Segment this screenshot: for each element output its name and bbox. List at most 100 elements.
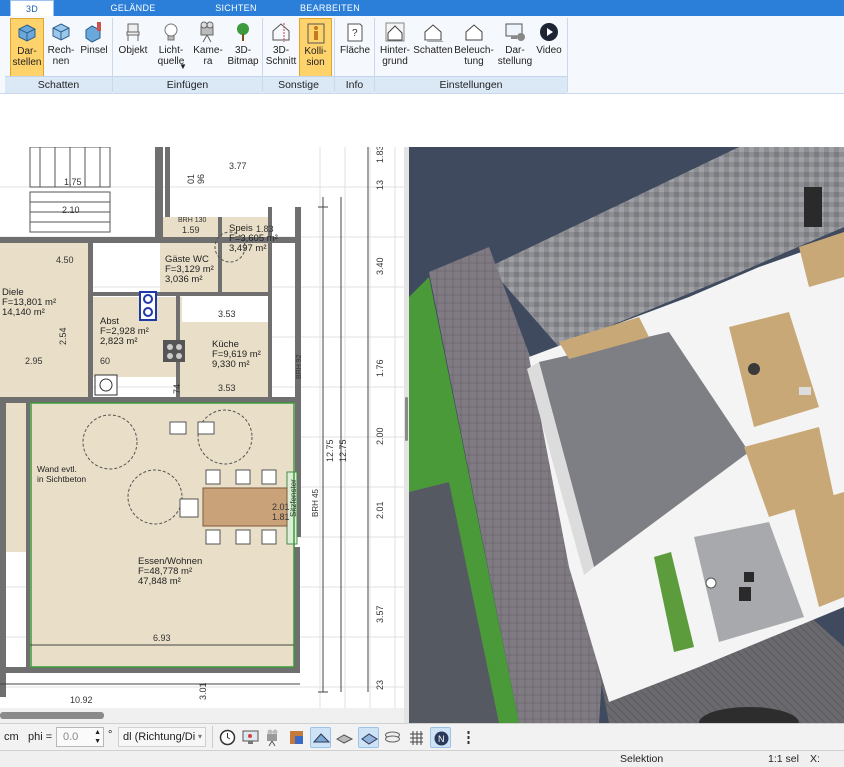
status-bar: Selektion 1:1 sel X: xyxy=(0,750,844,767)
dim-label: 3.01 xyxy=(198,682,208,700)
room-volume: 47,848 m² xyxy=(138,576,181,587)
more-options-icon[interactable] xyxy=(458,727,479,748)
chair-icon xyxy=(126,23,140,41)
dim-label: 10.92 xyxy=(70,695,93,705)
dim-label: 2.01 xyxy=(375,501,385,519)
monitor-icon[interactable] xyxy=(240,727,261,748)
room-gaeste-wc[interactable]: Gäste WC F=3,129 m² 3,036 m² xyxy=(165,255,214,285)
flaeche-label: Fläche xyxy=(339,45,370,56)
mode-select[interactable]: dl (Richtung/Di ▾ xyxy=(118,727,206,747)
lichtquelle-button[interactable]: Licht- quelle ▼ xyxy=(153,18,189,78)
unit-label: cm xyxy=(4,731,19,743)
rechnen-button[interactable]: Rech- nen xyxy=(46,18,76,78)
dim-label: 13 xyxy=(375,179,385,190)
hintergrund-button[interactable]: Hinter- grund xyxy=(377,18,413,78)
beleuchtung-button[interactable]: Beleuch- tung xyxy=(454,18,494,78)
house-light-icon xyxy=(465,24,483,41)
sitzfenster-label: Sitzfenster xyxy=(289,479,298,517)
room-volume: 3,497 m² xyxy=(229,243,267,254)
brush-cube-icon xyxy=(85,22,101,43)
darstellung-button[interactable]: Dar- stellung xyxy=(497,18,533,78)
status-x-coordinate: X: xyxy=(810,753,820,765)
section-house-icon xyxy=(272,23,290,42)
splitter-grip[interactable] xyxy=(405,397,408,441)
dim-label: 2.00 xyxy=(375,427,385,445)
clock-icon[interactable] xyxy=(217,727,238,748)
tab-bearbeiten[interactable]: BEARBEITEN xyxy=(290,0,370,16)
scrollbar-thumb[interactable] xyxy=(0,712,104,719)
group-schatten: Schatten xyxy=(5,76,112,93)
ribbon: Dar- stellen Rech- nen Pinsel Schatten O… xyxy=(0,16,844,94)
phi-input[interactable]: 0.0 ▲ ▼ xyxy=(56,727,104,747)
status-mode: Selektion xyxy=(620,753,664,765)
hintergrund-label: Hinter- grund xyxy=(379,45,410,67)
empty-toolbar-area xyxy=(0,95,844,147)
dim-label: 3.57 xyxy=(375,605,385,623)
dim-label: 4.50 xyxy=(56,255,74,265)
walls-icon[interactable] xyxy=(334,727,355,748)
material-icon[interactable] xyxy=(286,727,307,748)
dim-label: 2.95 xyxy=(25,356,43,366)
video-label: Video xyxy=(536,45,562,56)
room-diele[interactable]: Diele F=13,801 m² 14,140 m² xyxy=(2,288,56,318)
dim-label: 60 xyxy=(100,356,111,366)
floor-plan-view[interactable]: Diele F=13,801 m² 14,140 m² Abst F=2,928… xyxy=(0,147,404,708)
grid-icon[interactable] xyxy=(406,727,427,748)
objekt-button[interactable]: Objekt xyxy=(116,18,150,78)
play-icon xyxy=(540,23,558,41)
north-icon[interactable]: N xyxy=(430,727,451,748)
schnitt-button[interactable]: 3D- Schnitt xyxy=(264,18,298,78)
group-einstellungen: Einstellungen xyxy=(375,76,567,93)
collision-person-icon xyxy=(307,23,324,44)
schatten-button[interactable]: Schatten xyxy=(413,18,453,78)
cube-calc-icon xyxy=(52,23,70,41)
bitmap-button[interactable]: 3D- Bitmap xyxy=(226,18,260,78)
spinner-icon[interactable]: ▲ ▼ xyxy=(94,728,101,746)
dim-label: 3.77 xyxy=(229,161,247,171)
dim-label: 1.81 xyxy=(272,512,290,522)
room-volume: 2,823 m² xyxy=(100,336,138,347)
dropdown-arrow-icon[interactable]: ▼ xyxy=(179,61,187,72)
kollision-button[interactable]: Kolli- sion xyxy=(299,18,332,78)
view-mode-icon[interactable] xyxy=(310,727,331,748)
tab-sichten[interactable]: SICHTEN xyxy=(196,0,276,16)
beleuchtung-label: Beleuch- tung xyxy=(454,45,494,67)
brh92-label: BRH 92 xyxy=(296,354,303,379)
dim-label: 2.10 xyxy=(62,205,80,215)
dim-label: 1.59 xyxy=(182,225,200,235)
brh130-label: BRH 130 xyxy=(178,217,207,224)
plan-horizontal-scrollbar[interactable] xyxy=(0,708,404,723)
dim-label: 96 xyxy=(196,173,206,184)
room-abst[interactable]: Abst F=2,928 m² 2,823 m² xyxy=(100,317,149,347)
svg-text:?: ? xyxy=(352,28,358,39)
3d-view[interactable] xyxy=(409,147,844,723)
flaeche-button[interactable]: ? Fläche xyxy=(338,18,372,78)
room-kueche[interactable]: Küche F=9,619 m² 9,330 m² xyxy=(212,340,261,370)
dim-label: 12.75 xyxy=(338,439,348,462)
degree-label: ° xyxy=(108,729,113,741)
dim-label: 74 xyxy=(172,383,182,394)
layers-icon[interactable] xyxy=(382,727,403,748)
room-essen-wohnen[interactable]: Essen/Wohnen F=48,778 m² 47,848 m² xyxy=(138,557,202,587)
wall-note-line2: in Sichtbeton xyxy=(37,474,87,484)
camera-path-icon[interactable] xyxy=(263,727,284,748)
schatten-label: Schatten xyxy=(413,45,453,56)
group-einfuegen: Einfügen xyxy=(113,76,262,93)
schnitt-label: 3D- Schnitt xyxy=(265,45,297,67)
video-button[interactable]: Video xyxy=(534,18,564,78)
group-info: Info xyxy=(335,76,374,93)
wall-note-line1: Wand evtl. xyxy=(37,464,77,474)
3d-scene xyxy=(409,147,844,723)
dim-label: 1.75 xyxy=(64,177,82,187)
dim-label: 3.53 xyxy=(218,383,236,393)
group-sonstige: Sonstige xyxy=(263,76,334,93)
tab-gelaende[interactable]: GELÄNDE xyxy=(95,0,171,16)
tab-3d[interactable]: 3D xyxy=(10,0,54,16)
pinsel-button[interactable]: Pinsel xyxy=(78,18,110,78)
svg-text:N: N xyxy=(438,734,445,744)
status-selection: 1:1 sel xyxy=(768,753,799,765)
darstellen-button[interactable]: Dar- stellen xyxy=(10,18,44,78)
kamera-button[interactable]: Kame- ra xyxy=(191,18,225,78)
floor-icon[interactable] xyxy=(358,727,379,748)
area-info-icon: ? xyxy=(347,23,363,42)
